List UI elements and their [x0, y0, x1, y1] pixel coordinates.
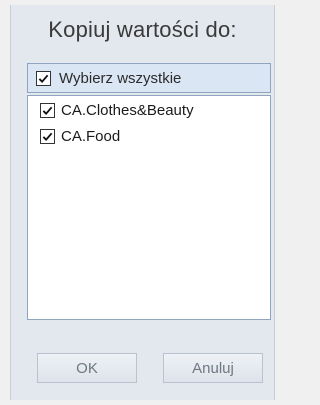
- cancel-button[interactable]: Anuluj: [163, 353, 263, 383]
- item-label: CA.Food: [61, 127, 121, 145]
- item-checkbox[interactable]: [40, 128, 55, 144]
- list-item[interactable]: CA.Food: [28, 124, 270, 148]
- checkmark-icon: [38, 74, 49, 83]
- select-all-row[interactable]: Wybierz wszystkie: [27, 63, 271, 93]
- item-checkbox[interactable]: [40, 102, 55, 118]
- copy-values-panel: Kopiuj wartości do: Wybierz wszystkie CA…: [10, 5, 275, 400]
- select-all-checkbox[interactable]: [36, 70, 51, 86]
- select-all-label: Wybierz wszystkie: [59, 69, 182, 87]
- ok-button[interactable]: OK: [37, 353, 137, 383]
- checkmark-icon: [42, 132, 53, 141]
- panel-title: Kopiuj wartości do:: [48, 17, 237, 42]
- list-item[interactable]: CA.Clothes&Beauty: [28, 98, 270, 122]
- item-label: CA.Clothes&Beauty: [61, 101, 194, 119]
- checkmark-icon: [42, 106, 53, 115]
- destination-list[interactable]: CA.Clothes&Beauty CA.Food: [27, 95, 271, 320]
